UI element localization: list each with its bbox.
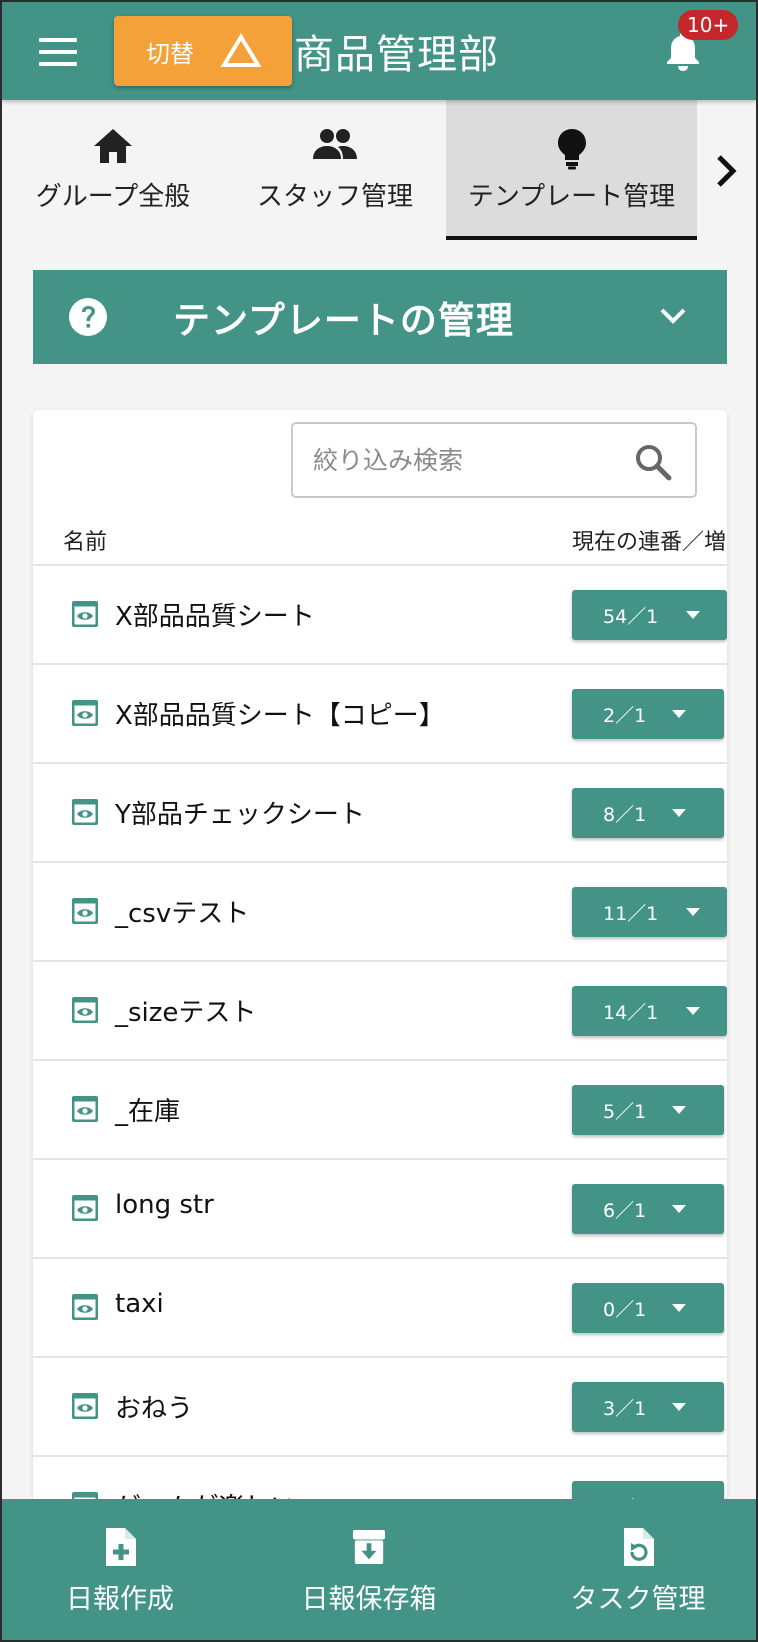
chevron-down-icon[interactable] <box>659 306 687 326</box>
switch-button[interactable]: 切替 <box>114 16 292 86</box>
nav-create-report[interactable]: 日報作成 <box>2 1499 238 1640</box>
lightbulb-icon <box>557 129 586 170</box>
tab-label: テンプレート管理 <box>467 182 676 212</box>
sequence-value: 8／1 <box>603 804 647 826</box>
nav-report-archive[interactable]: 日報保存箱 <box>254 1499 484 1640</box>
sequence-dropdown-button[interactable]: 0／1 <box>572 1283 724 1333</box>
table-row[interactable]: taxi 0／1 <box>33 1257 727 1356</box>
table-row[interactable]: Y部品チェックシート 8／1 <box>33 762 727 861</box>
sequence-dropdown-button[interactable]: 14／1 <box>572 986 727 1036</box>
eye-icon[interactable] <box>71 1392 99 1420</box>
notification-badge: 10+ <box>678 10 739 40</box>
table-row[interactable]: _csvテスト 11／1 <box>33 861 727 960</box>
tab-template-management[interactable]: テンプレート管理 <box>446 100 697 240</box>
chevron-right-icon[interactable] <box>714 152 738 190</box>
caret-down-icon <box>686 611 700 619</box>
archive-box-icon <box>352 1530 386 1564</box>
hamburger-menu-icon[interactable] <box>39 38 77 66</box>
app-header: 切替 商品管理部 10+ <box>2 2 756 100</box>
template-list: X部品品質シート 54／1 X部品品質シート【コピー】 2／1 Y部品チェックシート 8／… <box>33 564 727 1554</box>
question-circle-icon[interactable] <box>68 297 108 337</box>
caret-down-icon <box>686 1007 700 1015</box>
sequence-dropdown-button[interactable]: 5／1 <box>572 1085 724 1135</box>
caret-down-icon <box>672 1304 686 1312</box>
template-name[interactable]: Y部品チェックシート <box>115 794 365 831</box>
eye-icon[interactable] <box>71 699 99 727</box>
search-box[interactable] <box>291 422 697 498</box>
eye-icon[interactable] <box>71 1095 99 1123</box>
sequence-dropdown-button[interactable]: 8／1 <box>572 788 724 838</box>
column-header-sequence: 現在の連番／増 <box>572 530 727 555</box>
eye-icon[interactable] <box>71 600 99 628</box>
tab-label: スタッフ管理 <box>256 182 413 212</box>
nav-label: タスク管理 <box>570 1584 706 1615</box>
tab-label: グループ全般 <box>35 182 191 212</box>
search-icon[interactable] <box>633 442 673 482</box>
caret-down-icon <box>672 809 686 817</box>
table-row[interactable]: おねう 3／1 <box>33 1356 727 1455</box>
template-name[interactable]: _sizeテスト <box>115 992 256 1029</box>
template-list-card: 名前 現在の連番／増 X部品品質シート 54／1 X部品品質シート【コピー】 2／1 Y… <box>33 410 727 1640</box>
template-name[interactable]: X部品品質シート【コピー】 <box>115 695 445 732</box>
sequence-value: 11／1 <box>603 903 659 925</box>
triangle-icon <box>220 33 262 67</box>
tab-group-general[interactable]: グループ全般 <box>2 100 224 240</box>
search-input[interactable] <box>313 438 623 482</box>
tab-staff-management[interactable]: スタッフ管理 <box>224 100 446 240</box>
sequence-value: 3／1 <box>603 1398 647 1420</box>
file-refresh-icon <box>624 1528 654 1566</box>
sequence-dropdown-button[interactable]: 6／1 <box>572 1184 724 1234</box>
template-name[interactable]: おねう <box>115 1388 193 1425</box>
eye-icon[interactable] <box>71 1194 99 1222</box>
people-icon <box>313 129 357 159</box>
template-name[interactable]: long str <box>115 1190 214 1220</box>
caret-down-icon <box>672 1106 686 1114</box>
table-row[interactable]: _sizeテスト 14／1 <box>33 960 727 1059</box>
sequence-value: 54／1 <box>603 606 659 628</box>
caret-down-icon <box>672 710 686 718</box>
bottom-navigation: 日報作成 日報保存箱 タスク管理 <box>2 1499 756 1640</box>
home-icon <box>94 129 132 163</box>
table-row[interactable]: _在庫 5／1 <box>33 1059 727 1158</box>
caret-down-icon <box>672 1205 686 1213</box>
sequence-value: 0／1 <box>603 1299 647 1321</box>
sequence-dropdown-button[interactable]: 11／1 <box>572 887 727 937</box>
switch-button-label: 切替 <box>146 39 194 68</box>
nav-label: 日報作成 <box>66 1584 174 1615</box>
file-add-icon <box>106 1528 136 1566</box>
eye-icon[interactable] <box>71 798 99 826</box>
sequence-value: 14／1 <box>603 1002 659 1024</box>
nav-label: 日報保存箱 <box>301 1584 437 1615</box>
eye-icon[interactable] <box>71 1293 99 1321</box>
column-header-name: 名前 <box>63 530 108 555</box>
eye-icon[interactable] <box>71 996 99 1024</box>
section-header-template-management[interactable]: テンプレートの管理 <box>33 270 727 364</box>
table-row[interactable]: X部品品質シート【コピー】 2／1 <box>33 663 727 762</box>
section-title: テンプレートの管理 <box>173 299 514 342</box>
sequence-dropdown-button[interactable]: 3／1 <box>572 1382 724 1432</box>
sequence-value: 6／1 <box>603 1200 647 1222</box>
template-name[interactable]: taxi <box>115 1289 164 1319</box>
caret-down-icon <box>672 1403 686 1411</box>
template-name[interactable]: X部品品質シート <box>115 596 315 633</box>
sequence-dropdown-button[interactable]: 54／1 <box>572 590 727 640</box>
template-name[interactable]: _csvテスト <box>115 893 249 930</box>
eye-icon[interactable] <box>71 897 99 925</box>
nav-task-management[interactable]: タスク管理 <box>520 1499 756 1640</box>
table-row[interactable]: long str 6／1 <box>33 1158 727 1257</box>
caret-down-icon <box>686 908 700 916</box>
table-row[interactable]: X部品品質シート 54／1 <box>33 564 727 663</box>
page-title: 商品管理部 <box>294 32 499 78</box>
sequence-value: 2／1 <box>603 705 647 727</box>
sequence-value: 5／1 <box>603 1101 647 1123</box>
tab-bar: グループ全般 スタッフ管理 テンプレート管理 <box>2 100 756 240</box>
app-frame: 切替 商品管理部 10+ グループ全般 スタッフ管理 テンプレート管理 テンプレ… <box>2 2 756 1640</box>
sequence-dropdown-button[interactable]: 2／1 <box>572 689 724 739</box>
template-name[interactable]: _在庫 <box>115 1091 180 1128</box>
